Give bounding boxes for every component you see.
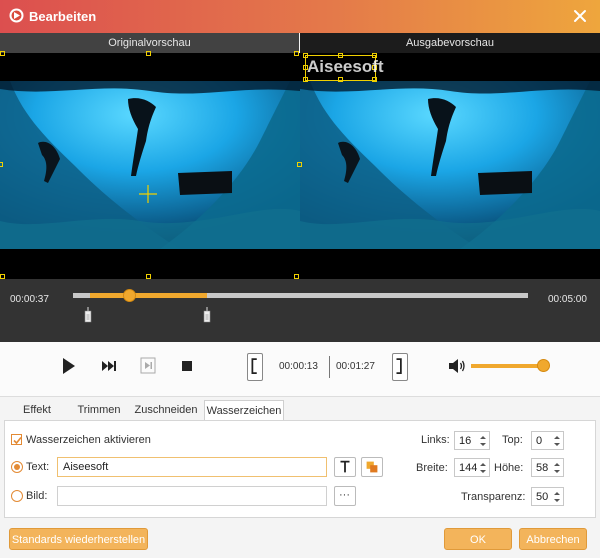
set-end-button[interactable] xyxy=(392,353,408,381)
image-label: Bild: xyxy=(26,490,48,502)
edit-tabs: Effekt Trimmen Zuschneiden Wasserzeichen xyxy=(0,398,600,420)
ok-button[interactable]: OK xyxy=(444,528,512,550)
spin-arrows-icon[interactable] xyxy=(553,490,561,504)
output-preview-header: Ausgabevorschau xyxy=(300,33,600,53)
bracket-left-icon xyxy=(251,358,257,374)
spin-arrows-icon[interactable] xyxy=(479,434,487,448)
radio-selected-dot xyxy=(14,464,20,470)
volume-thumb[interactable] xyxy=(537,359,550,372)
color-icon xyxy=(366,461,378,473)
volume-track[interactable] xyxy=(471,364,544,368)
checkmark-icon xyxy=(13,436,22,445)
image-mode-radio[interactable] xyxy=(11,490,23,502)
playback-controls: 00:00:13 00:01:27 xyxy=(0,342,600,397)
clip-start-time: 00:00:13 xyxy=(279,361,318,372)
timeline-thumb[interactable] xyxy=(123,289,136,302)
next-frame-icon[interactable] xyxy=(140,357,156,374)
font-icon xyxy=(340,460,350,473)
clip-duration: 00:01:27 xyxy=(336,361,375,372)
tab-trimmen[interactable]: Trimmen xyxy=(72,400,126,420)
top-spinbox[interactable]: 0 xyxy=(531,431,564,450)
output-video-image xyxy=(300,81,600,249)
volume-icon[interactable] xyxy=(448,358,466,374)
timeline-selection xyxy=(90,293,207,298)
watermark-overlay-text: Aiseesoft xyxy=(307,57,384,76)
browse-image-button[interactable]: ··· xyxy=(334,486,356,506)
timeline: 00:00:37 00:05:00 xyxy=(0,279,600,342)
crop-handle[interactable] xyxy=(0,162,3,167)
browse-label: ··· xyxy=(339,489,350,501)
enable-watermark-checkbox[interactable] xyxy=(11,434,22,445)
hoehe-value: 58 xyxy=(536,462,549,474)
links-value: 16 xyxy=(459,435,472,447)
top-label: Top: xyxy=(502,434,523,446)
trim-start-marker-icon[interactable] xyxy=(84,307,92,323)
crop-handle[interactable] xyxy=(297,162,302,167)
transparenz-value: 50 xyxy=(536,491,549,503)
tab-effekt[interactable]: Effekt xyxy=(10,400,64,420)
bracket-right-icon xyxy=(396,358,402,374)
hoehe-label: Höhe: xyxy=(494,462,524,474)
font-button[interactable] xyxy=(334,457,356,477)
title-bar: Bearbeiten xyxy=(0,0,600,33)
hoehe-spinbox[interactable]: 58 xyxy=(531,458,564,477)
fast-forward-icon[interactable] xyxy=(102,361,116,371)
spin-arrows-icon[interactable] xyxy=(553,461,561,475)
crop-handle[interactable] xyxy=(0,51,5,56)
close-icon[interactable] xyxy=(570,6,590,26)
crop-handle[interactable] xyxy=(146,51,151,56)
tab-wasserzeichen[interactable]: Wasserzeichen xyxy=(204,400,284,420)
watermark-text-input[interactable] xyxy=(57,457,327,477)
links-spinbox[interactable]: 16 xyxy=(454,431,490,450)
watermark-handle[interactable] xyxy=(338,77,343,82)
stop-icon[interactable] xyxy=(182,361,192,371)
trim-end-marker-icon[interactable] xyxy=(203,307,211,323)
breite-spinbox[interactable]: 144 xyxy=(454,458,490,477)
set-start-button[interactable] xyxy=(247,353,263,381)
original-video-image xyxy=(0,81,300,249)
tab-zuschneiden[interactable]: Zuschneiden xyxy=(133,400,199,420)
cancel-button[interactable]: Abbrechen xyxy=(519,528,587,550)
transparenz-spinbox[interactable]: 50 xyxy=(531,487,564,506)
original-preview-header: Originalvorschau xyxy=(0,33,299,53)
enable-watermark-label: Wasserzeichen aktivieren xyxy=(26,434,151,446)
links-label: Links: xyxy=(421,434,450,446)
breite-value: 144 xyxy=(459,462,478,474)
crop-handle[interactable] xyxy=(294,51,299,56)
breite-label: Breite: xyxy=(416,462,448,474)
output-video-frame xyxy=(300,81,600,249)
play-icon[interactable] xyxy=(62,358,76,374)
spin-arrows-icon[interactable] xyxy=(553,434,561,448)
color-button[interactable] xyxy=(361,457,383,477)
total-time: 00:05:00 xyxy=(548,294,587,305)
text-label: Text: xyxy=(26,461,50,473)
transparenz-label: Transparenz: xyxy=(461,491,526,503)
watermark-panel: Wasserzeichen aktivieren Text: Bild: ···… xyxy=(4,420,596,518)
app-logo-icon xyxy=(9,8,24,23)
time-divider xyxy=(329,356,330,378)
text-mode-radio[interactable] xyxy=(11,461,23,473)
reset-defaults-button[interactable]: Standards wiederherstellen xyxy=(9,528,148,550)
top-value: 0 xyxy=(536,435,543,447)
window-title: Bearbeiten xyxy=(29,9,97,24)
preview-area: Aiseesoft xyxy=(0,51,600,279)
watermark-image-input[interactable] xyxy=(57,486,327,506)
spin-arrows-icon[interactable] xyxy=(479,461,487,475)
original-video-frame xyxy=(0,81,300,249)
watermark-handle[interactable] xyxy=(303,77,308,82)
watermark-handle[interactable] xyxy=(372,77,377,82)
current-time: 00:00:37 xyxy=(10,294,49,305)
